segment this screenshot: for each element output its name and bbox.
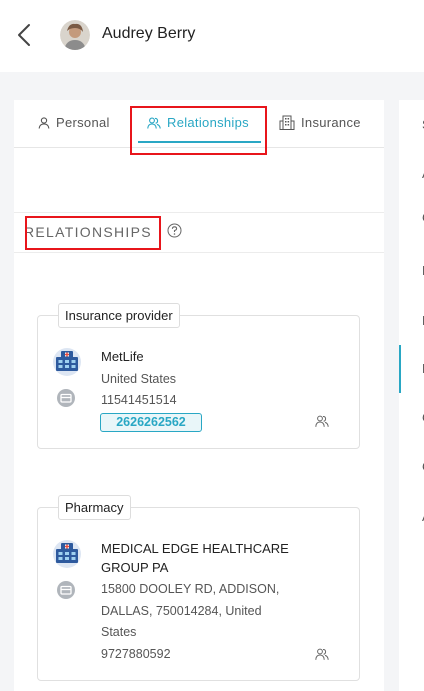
org-address-line: 15800 DOOLEY RD, ADDISON, — [101, 582, 280, 596]
side-active-indicator — [399, 345, 401, 393]
relationship-type: Pharmacy — [58, 495, 131, 520]
relationship-card-pharmacy: Pharmacy MEDICAL EDGE HEALTHCARE GROUP P… — [37, 495, 360, 681]
top-bar: Audrey Berry — [0, 0, 424, 72]
highlight-box-section — [25, 216, 161, 250]
org-number: 11541451514 — [101, 393, 177, 407]
relationship-type: Insurance provider — [58, 303, 180, 328]
org-address-line: DALLAS, 750014284, United — [101, 604, 262, 618]
org-name-line: MEDICAL EDGE HEALTHCARE — [101, 541, 289, 556]
card-type-icon — [57, 389, 75, 407]
avatar — [60, 20, 90, 50]
relationship-link-icon[interactable] — [315, 648, 329, 661]
tab-label: Personal — [56, 115, 110, 130]
help-icon[interactable] — [167, 223, 182, 238]
tab-insurance[interactable]: Insurance — [279, 115, 361, 130]
relationship-card-insurance: Insurance provider MetLife United States… — [37, 303, 360, 449]
patient-name: Audrey Berry — [102, 25, 196, 42]
phone-badge[interactable]: 2626262562 — [100, 413, 202, 432]
tab-label: Insurance — [301, 115, 361, 130]
hospital-icon — [53, 348, 81, 376]
person-icon — [38, 116, 50, 129]
patient-detail-panel: Personal Relationships Insurance RELATIO… — [14, 100, 384, 691]
side-summary-panel: S A C P D P C C A — [399, 100, 424, 691]
org-name: MetLife — [101, 349, 144, 364]
relationship-link-icon[interactable] — [315, 415, 329, 428]
org-name-line: GROUP PA — [101, 560, 169, 575]
tab-personal[interactable]: Personal — [38, 115, 110, 130]
highlight-box-tab — [130, 106, 267, 155]
org-country: United States — [101, 372, 177, 386]
building-icon — [279, 115, 295, 130]
back-arrow-icon[interactable] — [14, 21, 36, 49]
card-type-icon — [57, 581, 75, 599]
hospital-icon — [53, 540, 81, 568]
org-phone: 9727880592 — [101, 647, 171, 661]
org-address-line: States — [101, 625, 137, 639]
